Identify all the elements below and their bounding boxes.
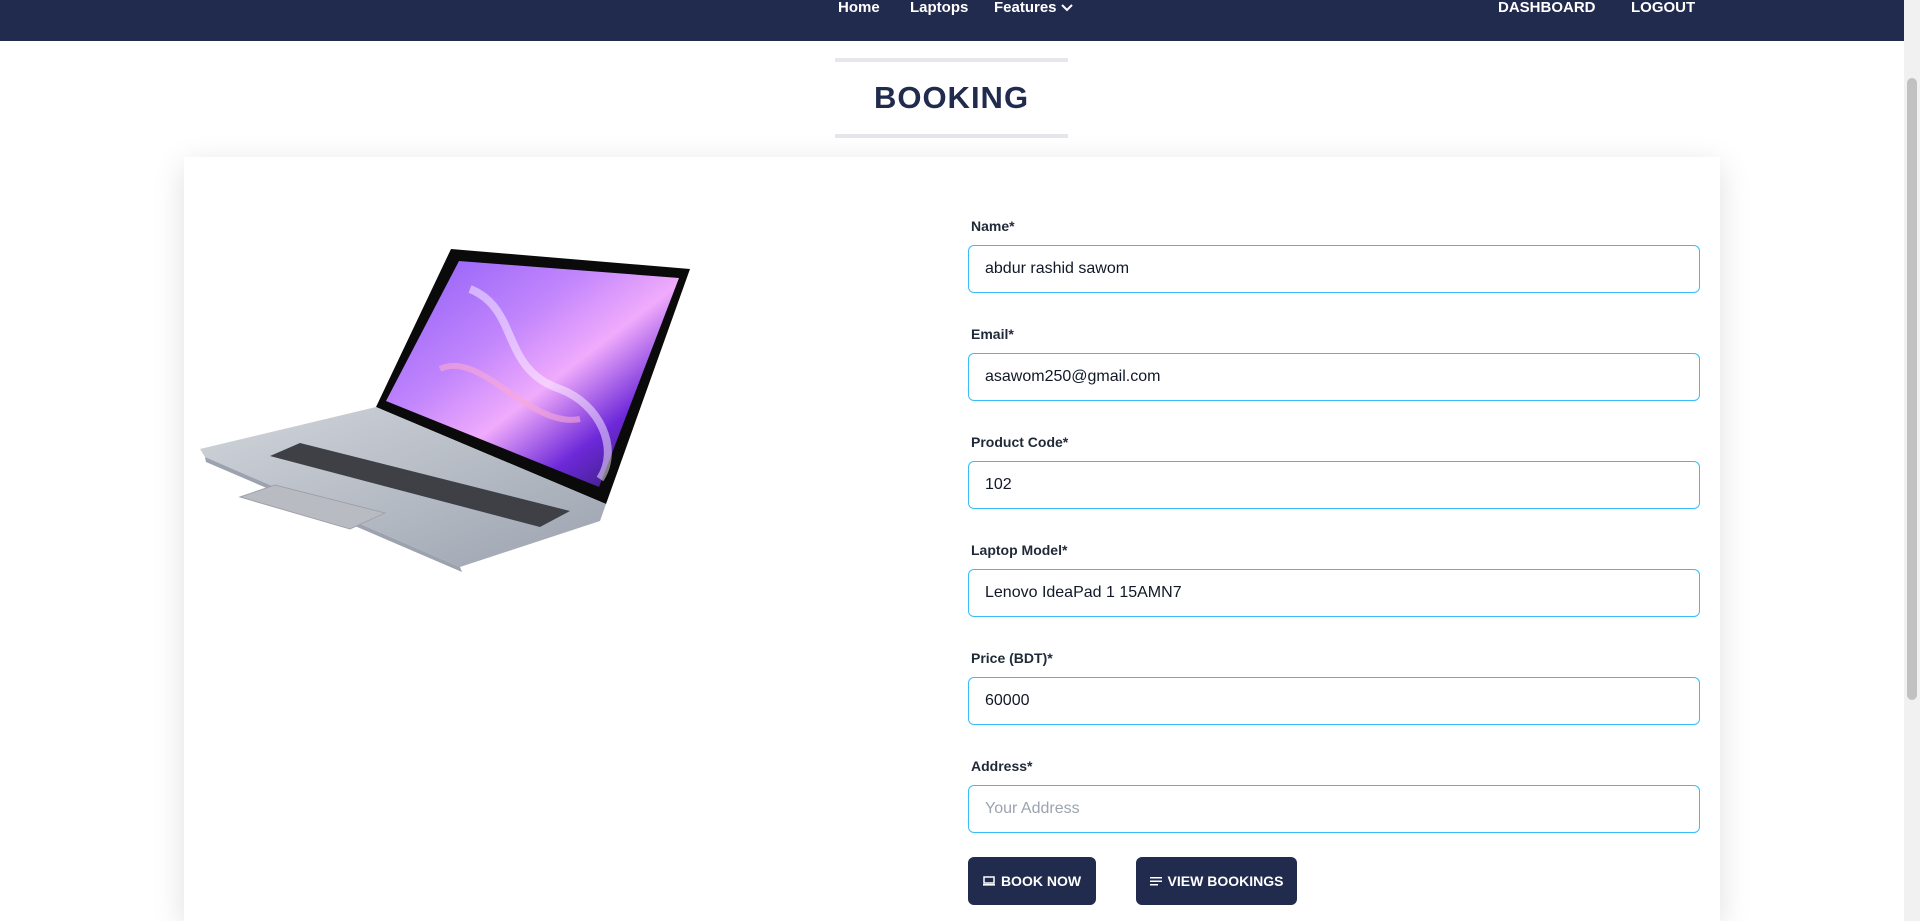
chevron-down-icon [1060,4,1073,12]
laptop-image [200,249,690,572]
email-label: Email* [971,326,1014,342]
nav-dashboard-link[interactable]: DASHBOARD [1498,0,1596,15]
book-now-label: BOOK NOW [1000,873,1082,889]
product-code-input[interactable] [968,461,1700,509]
nav-home-link[interactable]: Home [838,0,880,15]
nav-features-menu[interactable]: Features [994,0,1073,15]
nav-logout-link[interactable]: LOGOUT [1631,0,1695,15]
laptop-model-input[interactable] [968,569,1700,617]
nav-features-label: Features [994,0,1057,16]
product-code-label: Product Code* [971,434,1069,450]
name-label: Name* [971,218,1015,234]
scrollbar-thumb[interactable] [1907,78,1917,700]
laptop-model-label: Laptop Model* [971,542,1068,558]
email-input[interactable] [968,353,1700,401]
page-scrollbar[interactable] [1904,0,1920,921]
price-input[interactable] [968,677,1700,725]
view-bookings-button[interactable]: VIEW BOOKINGS [1136,857,1297,905]
list-icon [1149,877,1162,886]
page-title-block: BOOKING FORM [835,58,1068,187]
book-icon [982,876,995,886]
view-bookings-label: VIEW BOOKINGS [1167,873,1284,889]
book-now-button[interactable]: BOOK NOW [968,857,1096,905]
nav-laptops-link[interactable]: Laptops [910,0,968,15]
top-navbar: Home Laptops Features DASHBOARD LOGOUT [0,0,1904,41]
address-input[interactable] [968,785,1700,833]
address-label: Address* [971,758,1033,774]
booking-card: Name* Email* Product Code* Laptop Model*… [184,157,1720,921]
price-label: Price (BDT)* [971,650,1053,666]
name-input[interactable] [968,245,1700,293]
